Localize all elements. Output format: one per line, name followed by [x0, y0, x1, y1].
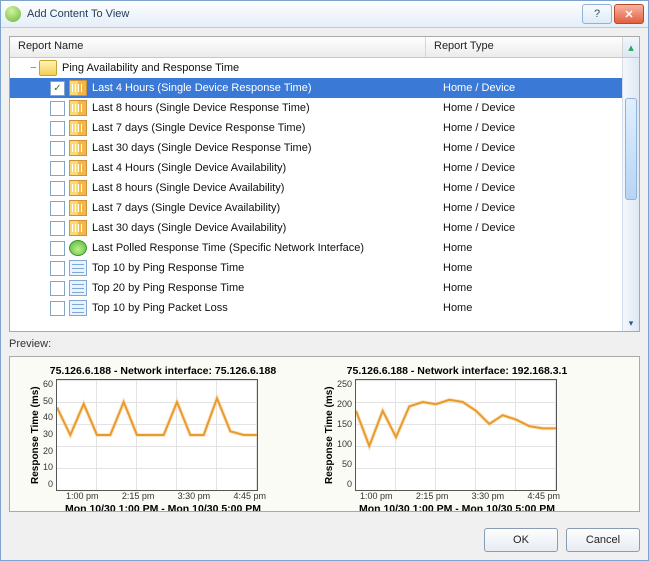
item-label: Last 7 days (Single Device Availability) — [90, 202, 439, 214]
y-axis-ticks: 6050403020100 — [43, 379, 56, 489]
scroll-up-icon[interactable]: ▴ — [623, 37, 639, 57]
column-headers: Report Name Report Type ▴ — [10, 37, 639, 58]
item-label: Top 10 by Ping Packet Loss — [90, 302, 439, 314]
item-type: Home / Device — [439, 102, 623, 114]
checkbox[interactable] — [50, 221, 65, 236]
list-item[interactable]: Top 10 by Ping Response TimeHome — [10, 258, 623, 278]
list-item[interactable]: ✓ Last 4 Hours (Single Device Response Ti… — [10, 78, 623, 98]
y-axis-label: Response Time (ms) — [28, 379, 43, 491]
folder-row[interactable]: − Ping Availability and Response Time — [10, 58, 623, 78]
checkbox[interactable] — [50, 241, 65, 256]
table-icon — [69, 280, 87, 296]
chart-footer: Mon 10/30 1:00 PM - Mon 10/30 5:00 PM — [28, 503, 298, 512]
list-item[interactable]: Last Polled Response Time (Specific Netw… — [10, 238, 623, 258]
item-label: Last 4 Hours (Single Device Availability… — [90, 162, 439, 174]
titlebar[interactable]: Add Content To View ? ✕ — [1, 1, 648, 28]
item-type: Home — [439, 302, 623, 314]
item-type: Home / Device — [439, 202, 623, 214]
checkbox[interactable] — [50, 141, 65, 156]
plot-area — [355, 379, 557, 491]
dialog-body: Report Name Report Type ▴ − Ping Availabi… — [1, 28, 648, 520]
x-axis-ticks: 1:00 pm2:15 pm3:30 pm4:45 pm — [360, 491, 560, 501]
chart-icon — [69, 80, 87, 96]
checkbox[interactable] — [50, 301, 65, 316]
chart-footer: Mon 10/30 1:00 PM - Mon 10/30 5:00 PM — [322, 503, 592, 512]
list-item[interactable]: Last 4 Hours (Single Device Availability… — [10, 158, 623, 178]
item-type: Home / Device — [439, 182, 623, 194]
checkbox[interactable] — [50, 121, 65, 136]
button-bar: OK Cancel — [1, 520, 648, 560]
close-button[interactable]: ✕ — [614, 4, 644, 24]
item-label: Last 8 hours (Single Device Availability… — [90, 182, 439, 194]
app-icon — [5, 6, 21, 22]
list-item[interactable]: Top 10 by Ping Packet LossHome — [10, 298, 623, 318]
y-axis-label: Response Time (ms) — [322, 379, 337, 491]
tree: − Ping Availability and Response Time ✓ Las… — [10, 58, 639, 331]
help-button[interactable]: ? — [582, 4, 612, 24]
add-content-dialog: Add Content To View ? ✕ Report Name Repo… — [0, 0, 649, 561]
folder-label: Ping Availability and Response Time — [60, 62, 439, 74]
item-label: Last 8 hours (Single Device Response Tim… — [90, 102, 439, 114]
item-type: Home / Device — [439, 82, 623, 94]
ok-button[interactable]: OK — [484, 528, 558, 552]
chart-icon — [69, 180, 87, 196]
item-label: Last 30 days (Single Device Response Tim… — [90, 142, 439, 154]
chart-title: 75.126.6.188 - Network interface: 75.126… — [28, 365, 298, 377]
scrollbar-thumb[interactable] — [625, 98, 637, 200]
item-label: Last Polled Response Time (Specific Netw… — [90, 242, 439, 254]
list-item[interactable]: Last 7 days (Single Device Response Time… — [10, 118, 623, 138]
y-axis-ticks: 250200150100500 — [337, 379, 355, 489]
chart-icon — [69, 200, 87, 216]
item-type: Home / Device — [439, 222, 623, 234]
checkbox[interactable] — [50, 261, 65, 276]
checkbox[interactable]: ✓ — [50, 81, 65, 96]
cancel-button[interactable]: Cancel — [566, 528, 640, 552]
col-report-name[interactable]: Report Name — [10, 37, 426, 57]
item-type: Home — [439, 262, 623, 274]
item-type: Home — [439, 282, 623, 294]
item-type: Home / Device — [439, 122, 623, 134]
checkbox[interactable] — [50, 201, 65, 216]
checkbox[interactable] — [50, 101, 65, 116]
list-item[interactable]: Last 7 days (Single Device Availability)… — [10, 198, 623, 218]
table-icon — [69, 260, 87, 276]
chart-icon — [69, 100, 87, 116]
chart-icon — [69, 220, 87, 236]
scroll-down-icon[interactable]: ▾ — [623, 315, 639, 331]
preview-chart: 75.126.6.188 - Network interface: 75.126… — [28, 365, 298, 512]
checkbox[interactable] — [50, 161, 65, 176]
preview-chart: 75.126.6.188 - Network interface: 192.16… — [322, 365, 592, 512]
list-item[interactable]: Last 30 days (Single Device Response Tim… — [10, 138, 623, 158]
item-label: Last 7 days (Single Device Response Time… — [90, 122, 439, 134]
preview-pane: 75.126.6.188 - Network interface: 75.126… — [9, 356, 640, 512]
list-item[interactable]: Last 30 days (Single Device Availability… — [10, 218, 623, 238]
report-list: Report Name Report Type ▴ − Ping Availabi… — [9, 36, 640, 332]
collapse-icon[interactable]: − — [28, 62, 39, 74]
vertical-scrollbar[interactable]: ▾ — [622, 58, 639, 331]
chart-icon — [69, 160, 87, 176]
chart-icon — [69, 140, 87, 156]
col-report-type[interactable]: Report Type — [426, 37, 623, 57]
item-type: Home — [439, 242, 623, 254]
x-axis-ticks: 1:00 pm2:15 pm3:30 pm4:45 pm — [66, 491, 266, 501]
item-type: Home / Device — [439, 162, 623, 174]
window-title: Add Content To View — [27, 8, 582, 20]
item-type: Home / Device — [439, 142, 623, 154]
gauge-icon — [69, 240, 87, 256]
checkbox[interactable] — [50, 281, 65, 296]
list-item[interactable]: Top 20 by Ping Response TimeHome — [10, 278, 623, 298]
list-item[interactable]: Last 8 hours (Single Device Response Tim… — [10, 98, 623, 118]
plot-area — [56, 379, 258, 491]
preview-label: Preview: — [9, 336, 640, 352]
item-label: Last 30 days (Single Device Availability… — [90, 222, 439, 234]
item-label: Top 10 by Ping Response Time — [90, 262, 439, 274]
checkbox[interactable] — [50, 181, 65, 196]
item-label: Top 20 by Ping Response Time — [90, 282, 439, 294]
chart-title: 75.126.6.188 - Network interface: 192.16… — [322, 365, 592, 377]
chart-icon — [69, 120, 87, 136]
list-item[interactable]: Last 8 hours (Single Device Availability… — [10, 178, 623, 198]
item-label: Last 4 Hours (Single Device Response Tim… — [90, 82, 439, 94]
folder-icon — [39, 60, 57, 76]
table-icon — [69, 300, 87, 316]
